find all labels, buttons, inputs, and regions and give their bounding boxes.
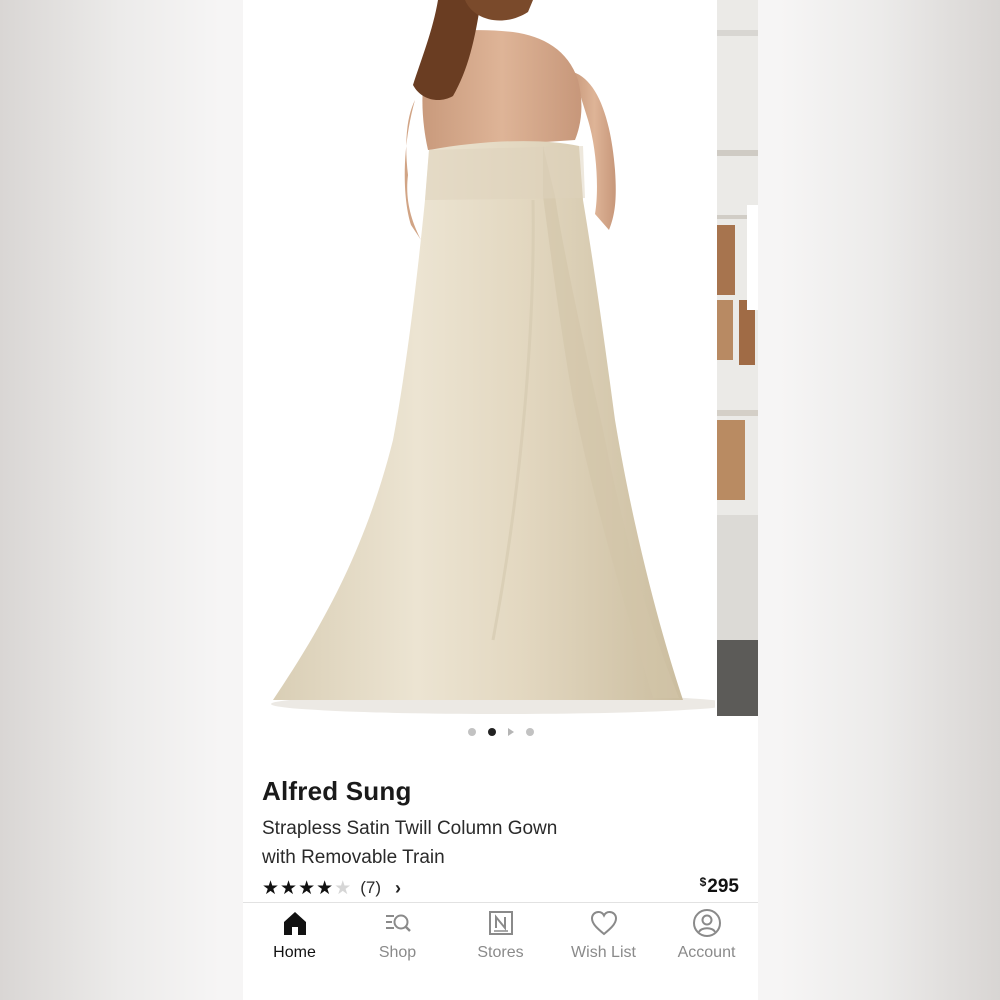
heart-icon — [590, 910, 617, 936]
tab-label: Shop — [378, 944, 417, 961]
store-interior-image — [717, 0, 758, 716]
brand-name[interactable]: Alfred Sung — [262, 776, 412, 807]
home-icon — [283, 912, 306, 935]
rating-summary[interactable]: ★ ★ ★ ★ ★ (7) › — [262, 877, 401, 899]
carousel-pagination[interactable] — [243, 724, 758, 740]
shop-search-icon — [385, 914, 411, 932]
page-dot[interactable] — [467, 728, 476, 736]
tab-label: Stores — [477, 944, 524, 961]
review-count[interactable]: (7) — [360, 878, 381, 898]
star-empty-icon: ★ — [334, 877, 352, 899]
tab-home[interactable]: Home — [243, 903, 346, 1000]
video-play-indicator-icon[interactable] — [507, 728, 514, 736]
star-filled-icon: ★ — [298, 877, 316, 899]
account-icon — [692, 909, 721, 937]
tab-label: Account — [677, 944, 736, 961]
tab-label: Home — [273, 944, 316, 961]
product-detail-screen: Alfred Sung Strapless Satin Twill Column… — [243, 0, 758, 1000]
chevron-right-icon[interactable]: › — [395, 878, 401, 899]
currency-symbol: $ — [699, 875, 707, 889]
page-dot-active[interactable] — [487, 728, 496, 736]
tab-wish-list[interactable]: Wish List — [552, 903, 655, 1000]
star-filled-icon: ★ — [316, 877, 334, 899]
page-dot[interactable] — [525, 728, 534, 736]
price: $295 — [700, 875, 739, 898]
price-amount: 295 — [707, 876, 739, 897]
bottom-tab-bar: Home Shop Stores Wish List Account — [243, 902, 758, 1000]
product-photo[interactable] — [243, 0, 731, 716]
product-image-carousel[interactable] — [243, 0, 758, 716]
star-filled-icon: ★ — [262, 877, 280, 899]
product-name: Strapless Satin Twill Column Gown with R… — [262, 818, 558, 868]
store-icon — [488, 911, 513, 935]
gown-back-view-image — [243, 0, 731, 716]
tab-label: Wish List — [571, 944, 636, 961]
tab-account[interactable]: Account — [655, 903, 758, 1000]
tab-stores[interactable]: Stores — [449, 903, 552, 1000]
star-filled-icon: ★ — [280, 877, 298, 899]
tab-shop[interactable]: Shop — [346, 903, 449, 1000]
next-photo-preview[interactable] — [717, 0, 758, 716]
